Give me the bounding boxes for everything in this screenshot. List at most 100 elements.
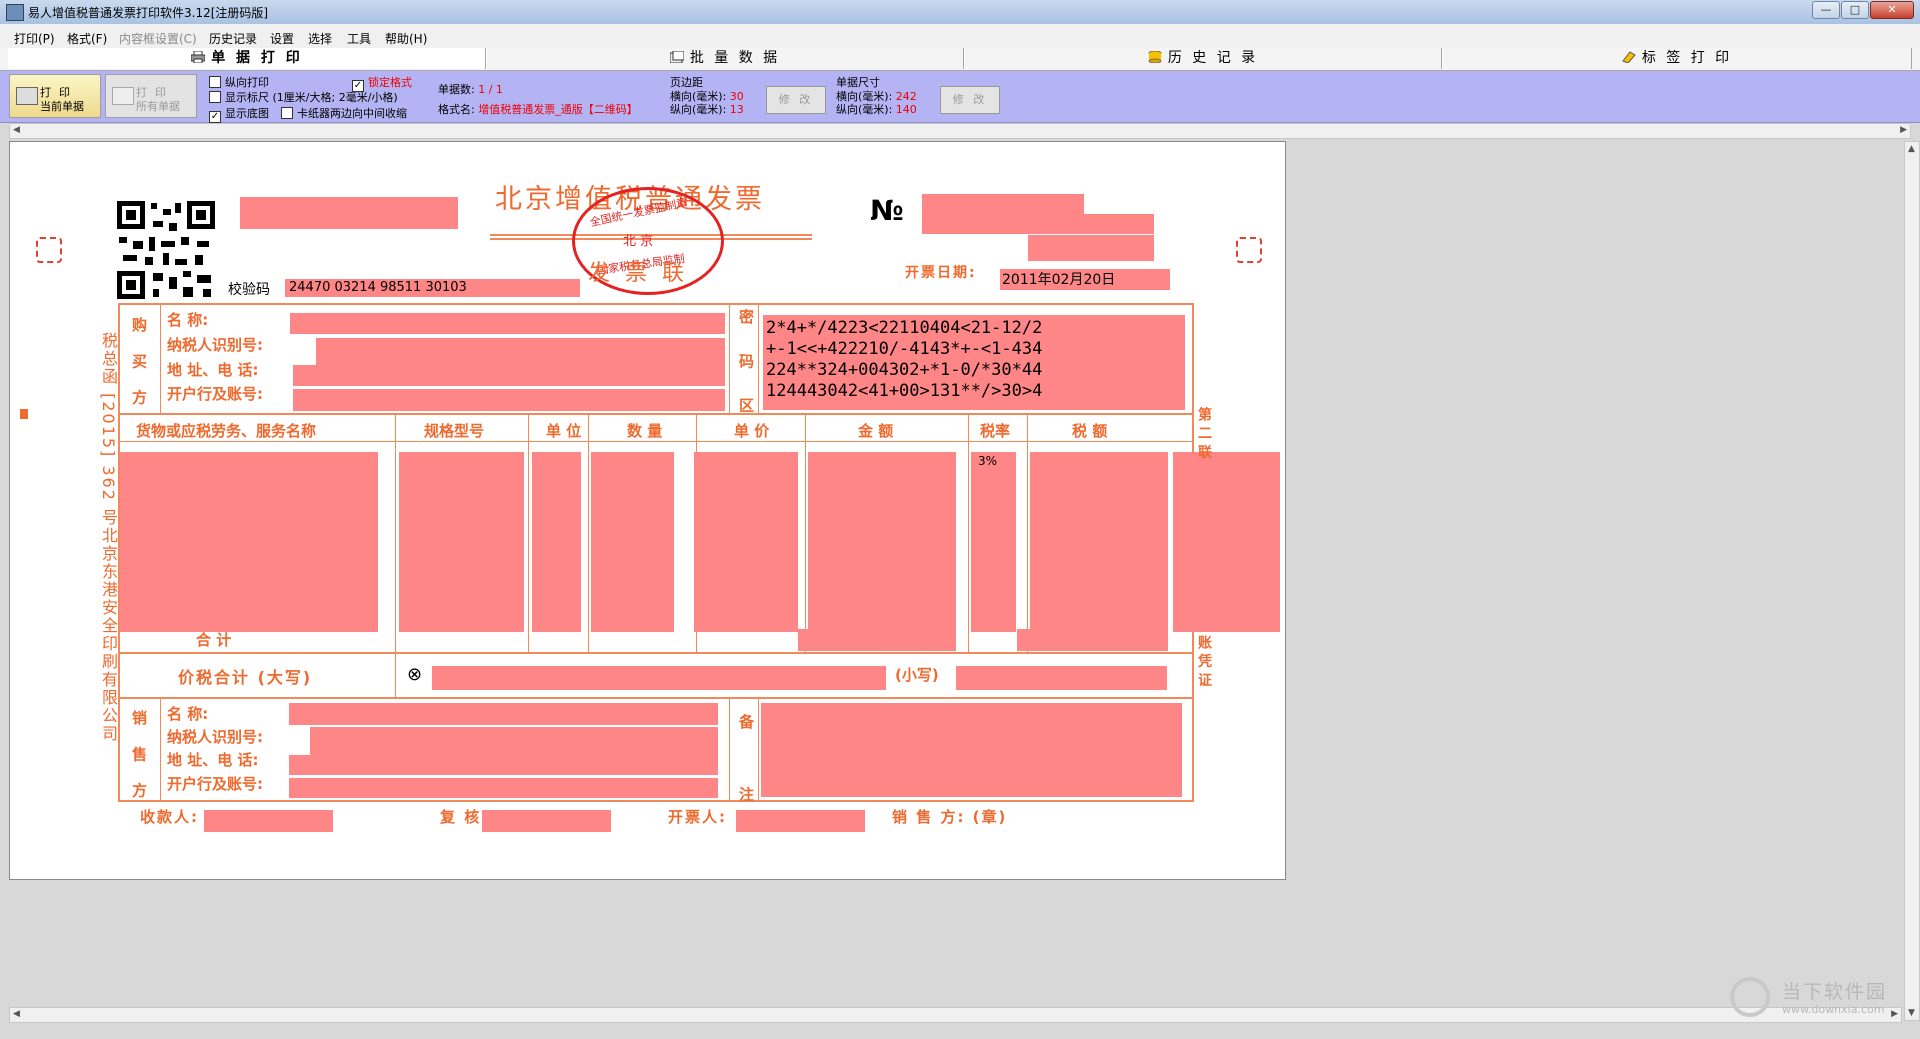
buyer-name-label: 名 称: bbox=[167, 311, 209, 329]
total-tax bbox=[1017, 629, 1168, 651]
close-button[interactable]: ✕ bbox=[1870, 1, 1914, 19]
scroll-up-icon[interactable]: ▲ bbox=[1908, 144, 1915, 154]
cipher-line-2: +-1<<+422210/-4143*+-<1-434 bbox=[766, 339, 1043, 359]
checkbox-box bbox=[209, 91, 221, 103]
tax-rate-cells bbox=[971, 452, 1016, 632]
format-name: 格式名: 增值税普通发票_通版【二维码】 bbox=[438, 103, 638, 116]
seller-name-field bbox=[289, 703, 718, 725]
copy-label: 发 票 联 bbox=[588, 261, 688, 286]
top-horizontal-scrollbar[interactable]: ◀ ▶ bbox=[9, 123, 1911, 139]
buyer-taxid-label: 纳税人识别号: bbox=[167, 336, 263, 354]
tab-document-print[interactable]: 单 据 打 印 bbox=[8, 48, 486, 69]
scroll-right-icon[interactable]: ▶ bbox=[1900, 125, 1907, 135]
menu-select[interactable]: 选择 bbox=[308, 30, 332, 47]
print-all-button[interactable]: 打印 所有单据 bbox=[105, 74, 197, 118]
maximize-button[interactable]: □ bbox=[1841, 1, 1869, 19]
menu-history[interactable]: 历史记录 bbox=[209, 30, 257, 47]
menu-help[interactable]: 帮助(H) bbox=[385, 30, 427, 47]
site-watermark: 当下软件园 www.downxia.com bbox=[1730, 975, 1910, 1025]
seller-address-label: 地 址、电 话: bbox=[167, 751, 259, 769]
cross-circle-icon: ⊗ bbox=[407, 664, 423, 685]
drawer-field bbox=[736, 810, 865, 832]
invoice-code-redacted bbox=[240, 197, 458, 229]
menu-settings[interactable]: 设置 bbox=[270, 30, 294, 47]
tax-amount-cells bbox=[1030, 452, 1168, 632]
doc-count: 单据数: 1 / 1 bbox=[438, 83, 503, 96]
buyer-address-field bbox=[293, 365, 725, 386]
seller-taxid-label: 纳税人识别号: bbox=[167, 728, 263, 746]
size-vertical: 纵向(毫米): 140 bbox=[836, 103, 917, 116]
col-goods-name: 货物或应税劳务、服务名称 bbox=[136, 422, 317, 440]
cipher-line-4: 124443042<41+00>131**/>30>4 bbox=[766, 381, 1043, 401]
watermark-logo-icon bbox=[1730, 977, 1770, 1017]
cipher-line-1: 2*4+*/4223<22110404<21-12/2 bbox=[766, 318, 1043, 338]
scroll-left-icon[interactable]: ◀ bbox=[13, 1009, 20, 1019]
show-ruler-checkbox[interactable]: 显示标尺 (1厘米/大格; 2毫米/小格) bbox=[209, 89, 398, 105]
printer-icon bbox=[112, 87, 134, 105]
seller-bank-field bbox=[289, 778, 718, 798]
drawer-label: 开票人: bbox=[668, 808, 727, 826]
vertical-scrollbar[interactable]: ▲ ▼ bbox=[1904, 141, 1920, 1021]
tab-label-print[interactable]: 标 签 打 印 bbox=[1442, 48, 1912, 69]
table-rule bbox=[118, 413, 1194, 415]
menu-content-box-settings[interactable]: 内容框设置(C) bbox=[119, 30, 197, 47]
seller-seal-label: 销 售 方: (章) bbox=[892, 808, 1008, 826]
table-rule bbox=[118, 441, 1194, 442]
buyer-name-field bbox=[290, 313, 725, 334]
col-unit-price: 单 价 bbox=[734, 422, 770, 440]
buyer-bank-field bbox=[293, 389, 725, 411]
copy-number-vertical: 第 二 联 bbox=[1196, 407, 1212, 459]
portrait-print-checkbox[interactable]: 纵向打印 bbox=[209, 74, 269, 90]
table-rule bbox=[729, 303, 730, 413]
price-tax-uppercase-field bbox=[432, 666, 886, 690]
print-current-button[interactable]: 打印 当前单据 bbox=[9, 74, 101, 118]
payee-field bbox=[204, 810, 333, 832]
minimize-button[interactable]: — bbox=[1812, 1, 1840, 19]
margin-vertical: 纵向(毫米): 13 bbox=[670, 103, 744, 116]
buyer-bank-label: 开户行及账号: bbox=[167, 385, 263, 403]
col-tax-rate: 税率 bbox=[980, 422, 1011, 440]
seller-taxid-field bbox=[310, 727, 718, 755]
title-bar: 易人增值税普通发票打印软件3.12[注册码版] — □ ✕ bbox=[0, 0, 1920, 25]
printer-icon bbox=[190, 49, 206, 64]
alignment-mark bbox=[36, 237, 62, 263]
modify-size-button[interactable]: 修 改 bbox=[940, 86, 1000, 114]
tax-rate-value: 3% bbox=[978, 454, 998, 468]
batch-data-icon bbox=[669, 49, 685, 64]
price-tax-total-label: 价税合计 (大写) bbox=[178, 668, 313, 687]
show-background-checkbox[interactable]: ✓ 显示底图 bbox=[209, 105, 269, 123]
menu-tools[interactable]: 工具 bbox=[347, 30, 371, 47]
checkbox-box bbox=[281, 107, 293, 119]
scroll-left-icon[interactable]: ◀ bbox=[13, 125, 20, 135]
alignment-mark bbox=[20, 409, 28, 419]
invoice-number-redacted bbox=[922, 194, 1084, 234]
reviewer-field bbox=[482, 810, 611, 832]
bottom-horizontal-scrollbar[interactable]: ◀ ▶ bbox=[9, 1007, 1902, 1023]
window-controls: — □ ✕ bbox=[1811, 1, 1914, 19]
tab-batch-data[interactable]: 批 量 数 据 bbox=[486, 48, 964, 69]
total-label: 合 计 bbox=[196, 631, 232, 649]
buyer-taxid-field bbox=[316, 338, 725, 365]
watermark-url: www.downxia.com bbox=[1782, 1003, 1885, 1016]
label-icon bbox=[1622, 49, 1636, 64]
table-rule bbox=[758, 697, 759, 802]
check-code-label: 校验码 bbox=[228, 282, 270, 298]
tab-history-records[interactable]: 历 史 记 录 bbox=[964, 48, 1442, 69]
table-rule bbox=[160, 697, 161, 802]
menu-format[interactable]: 格式(F) bbox=[67, 30, 107, 47]
invoice-canvas[interactable]: 北京增值税普通发票 全国统一发票监制章 北 京 国家税务总局监制 发 票 联 №… bbox=[9, 141, 1286, 880]
menu-print[interactable]: 打印(P) bbox=[14, 30, 55, 47]
window-title: 易人增值税普通发票打印软件3.12[注册码版] bbox=[28, 6, 269, 20]
seller-address-field bbox=[289, 755, 718, 775]
table-rule bbox=[528, 413, 529, 652]
main-tabs: 单 据 打 印 批 量 数 据 历 史 记 录 标 签 打 印 bbox=[0, 48, 1920, 71]
table-rule bbox=[1027, 413, 1028, 652]
paper-feed-shrink-checkbox[interactable]: 卡纸器两边向中间收缩 bbox=[281, 105, 407, 121]
buyer-address-label: 地 址、电 话: bbox=[167, 361, 259, 379]
spec-cells bbox=[399, 452, 524, 632]
alignment-mark bbox=[1236, 237, 1262, 263]
invoice-number-redacted bbox=[1028, 235, 1154, 261]
modify-margin-button[interactable]: 修 改 bbox=[766, 86, 826, 114]
right-margin-cells bbox=[1173, 452, 1280, 632]
checkbox-box: ✓ bbox=[209, 111, 221, 123]
